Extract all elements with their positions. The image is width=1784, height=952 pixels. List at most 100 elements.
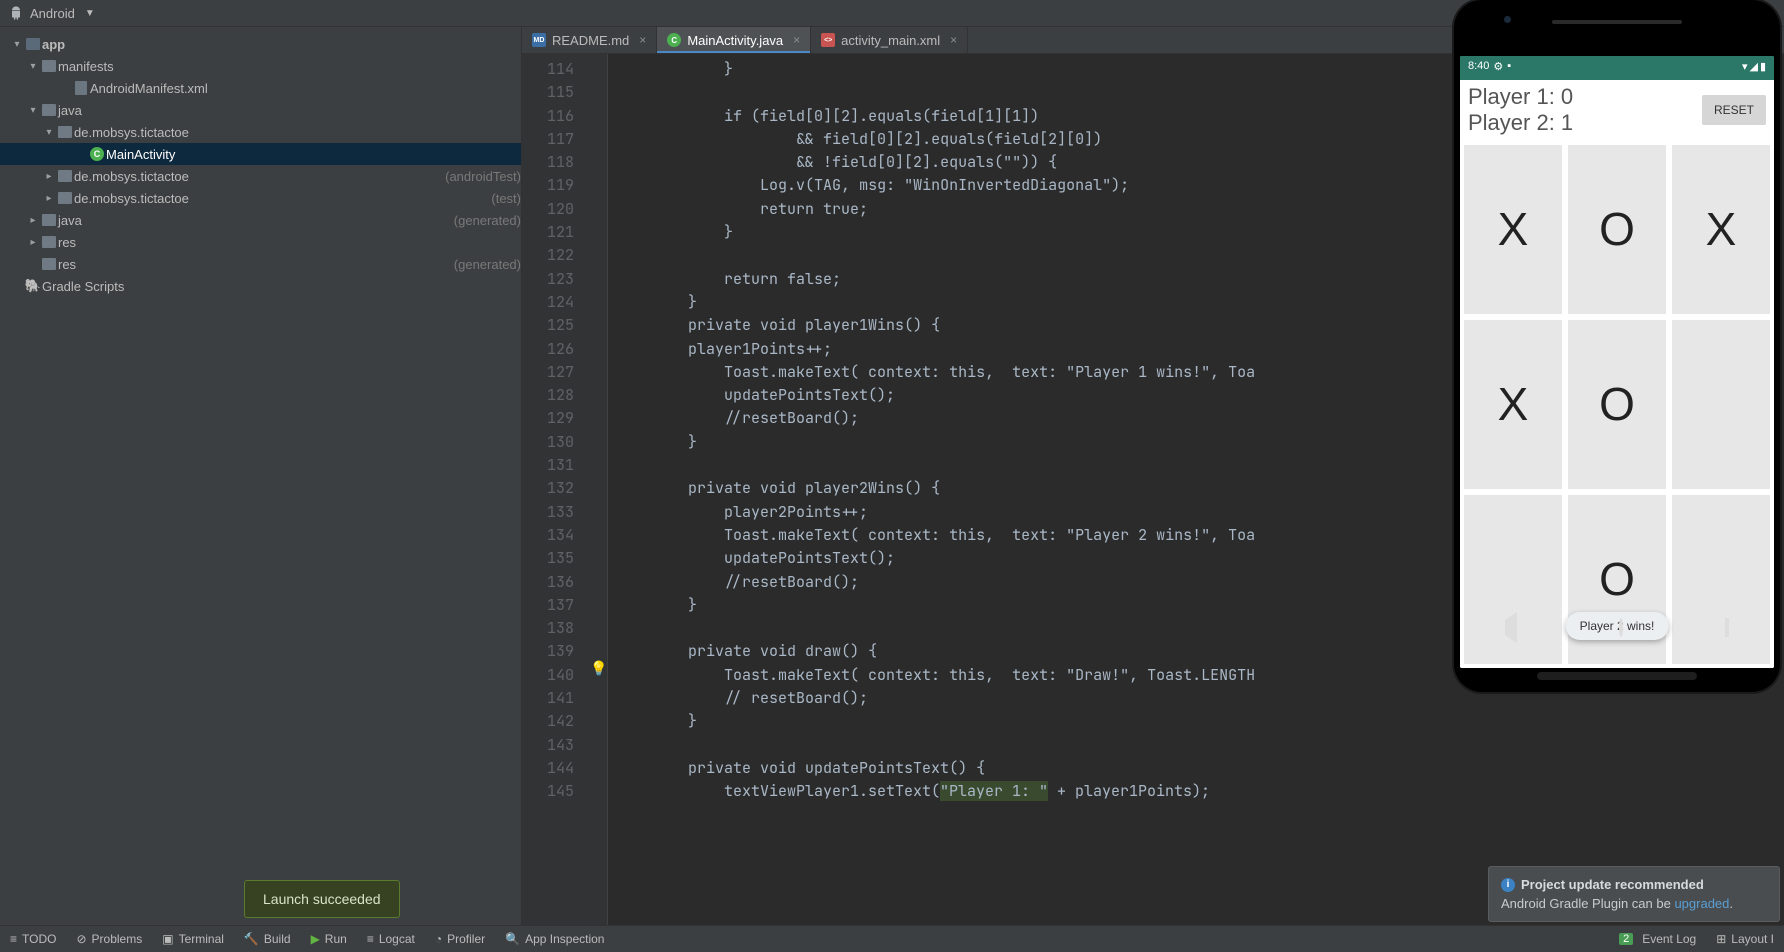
signal-icon: ◢ <box>1749 60 1757 73</box>
tree-label: app <box>42 37 521 52</box>
tree-node-manifest-file[interactable]: AndroidManifest.xml <box>0 77 521 99</box>
warning-icon: ⊘ <box>76 932 86 946</box>
tree-node-main-activity[interactable]: C MainActivity <box>0 143 521 165</box>
battery-icon: ▮ <box>1760 60 1766 73</box>
project-tree[interactable]: ▾ app ▾ manifests AndroidManifest.xml ▾ … <box>0 27 522 925</box>
gutter: 1141151161171181191201211221231241251261… <box>522 54 588 925</box>
tree-node-res[interactable]: ▸ res <box>0 231 521 253</box>
tree-suffix: (generated) <box>454 257 521 272</box>
inspection-icon: 🔍 <box>505 932 520 946</box>
tree-node-package-androidtest[interactable]: ▸ de.mobsys.tictactoe (androidTest) <box>0 165 521 187</box>
nav-back-icon[interactable] <box>1505 620 1517 635</box>
nav-recent-icon[interactable] <box>1725 620 1729 635</box>
tree-suffix: (test) <box>491 191 521 206</box>
tab-label: MainActivity.java <box>687 33 783 48</box>
tree-node-gradle[interactable]: 🐘 Gradle Scripts <box>0 275 521 297</box>
info-icon: i <box>1501 878 1515 892</box>
android-icon <box>8 5 24 21</box>
event-log-tool[interactable]: 2Event Log <box>1609 932 1706 946</box>
tree-label: MainActivity <box>106 147 521 162</box>
grid-cell[interactable]: X <box>1672 145 1770 314</box>
editor-tab[interactable]: MD README.md × <box>522 27 657 53</box>
profiler-tool[interactable]: ◔Profiler <box>425 926 495 952</box>
tree-label: de.mobsys.tictactoe <box>74 169 441 184</box>
editor-tab[interactable]: C MainActivity.java × <box>657 27 811 53</box>
grid-cell[interactable]: O <box>1568 320 1666 489</box>
tree-label: de.mobsys.tictactoe <box>74 125 521 140</box>
tree-node-res-gen[interactable]: res (generated) <box>0 253 521 275</box>
editor-tab[interactable]: <> activity_main.xml × <box>811 27 968 53</box>
tree-label: java <box>58 213 450 228</box>
emulator-home-indicator <box>1537 672 1697 680</box>
player2-score: Player 2: 1 <box>1468 110 1573 136</box>
run-tool[interactable]: ▶Run <box>301 926 357 952</box>
tree-label: res <box>58 257 450 272</box>
tictactoe-grid: XOXXOOPlayer 2 wins! <box>1460 141 1774 668</box>
profiler-icon: ◔ <box>435 932 442 946</box>
app-inspection-tool[interactable]: 🔍App Inspection <box>495 926 614 952</box>
grid-cell[interactable]: O <box>1568 145 1666 314</box>
tree-label: manifests <box>58 59 521 74</box>
tree-label: AndroidManifest.xml <box>90 81 521 96</box>
reset-button[interactable]: RESET <box>1702 95 1766 125</box>
upgrade-link[interactable]: upgraded <box>1674 896 1729 911</box>
list-icon: ≡ <box>10 932 17 946</box>
android-emulator: 8:40 ⚙ ▪ ▾ ◢ ▮ Player 1: 0 Player 2: 1 R… <box>1454 0 1780 692</box>
tree-node-app[interactable]: ▾ app <box>0 33 521 55</box>
tab-label: README.md <box>552 33 629 48</box>
notification-title: Project update recommended <box>1521 877 1704 892</box>
fold-column: 💡 <box>588 54 608 925</box>
hammer-icon: 🔨 <box>244 932 259 946</box>
project-view-dropdown[interactable]: Android <box>30 6 75 21</box>
notification-body: Android Gradle Plugin can be upgraded. <box>1501 896 1767 911</box>
chevron-down-icon: ▼ <box>85 8 95 19</box>
gear-small-icon: ⚙ <box>1493 60 1503 73</box>
grid-cell[interactable]: X <box>1464 145 1562 314</box>
tree-label: Gradle Scripts <box>42 279 521 294</box>
logcat-icon: ≡ <box>367 932 374 946</box>
close-icon[interactable]: × <box>793 33 800 47</box>
build-tool[interactable]: 🔨Build <box>234 926 301 952</box>
grid-cell[interactable]: X <box>1464 320 1562 489</box>
java-class-icon: C <box>667 33 681 47</box>
emulator-status-bar: 8:40 ⚙ ▪ ▾ ◢ ▮ <box>1460 56 1774 76</box>
emulator-camera <box>1504 16 1511 23</box>
terminal-tool[interactable]: ▣Terminal <box>152 926 234 952</box>
launch-succeeded-balloon: Launch succeeded <box>244 880 400 918</box>
tab-label: activity_main.xml <box>841 33 940 48</box>
player1-score: Player 1: 0 <box>1468 84 1573 110</box>
todo-tool[interactable]: ≡TODO <box>0 926 66 952</box>
intention-bulb-icon[interactable]: 💡 <box>590 658 607 681</box>
tree-label: java <box>58 103 521 118</box>
terminal-icon: ▣ <box>162 932 173 946</box>
xml-icon: <> <box>821 33 835 47</box>
notification-panel[interactable]: i Project update recommended Android Gra… <box>1488 866 1780 922</box>
play-icon: ▶ <box>311 932 320 946</box>
emulator-speaker <box>1552 20 1682 24</box>
emulator-score-area: Player 1: 0 Player 2: 1 RESET <box>1460 80 1774 141</box>
tree-node-java[interactable]: ▾ java <box>0 99 521 121</box>
battery-small-icon: ▪ <box>1507 60 1511 72</box>
tree-node-package-test[interactable]: ▸ de.mobsys.tictactoe (test) <box>0 187 521 209</box>
emulator-time: 8:40 <box>1468 60 1489 72</box>
close-icon[interactable]: × <box>639 33 646 47</box>
wifi-icon: ▾ <box>1742 60 1748 73</box>
tree-node-package[interactable]: ▾ de.mobsys.tictactoe <box>0 121 521 143</box>
tree-label: res <box>58 235 521 250</box>
close-icon[interactable]: × <box>950 33 957 47</box>
nav-home-icon[interactable] <box>1619 620 1623 635</box>
tree-node-java-gen[interactable]: ▸ java (generated) <box>0 209 521 231</box>
logcat-tool[interactable]: ≡Logcat <box>357 926 425 952</box>
tree-suffix: (generated) <box>454 213 521 228</box>
tree-label: de.mobsys.tictactoe <box>74 191 487 206</box>
tree-suffix: (androidTest) <box>445 169 521 184</box>
tree-node-manifests[interactable]: ▾ manifests <box>0 55 521 77</box>
grid-cell[interactable] <box>1672 320 1770 489</box>
layout-inspector-tool[interactable]: ⊞Layout I <box>1706 932 1784 946</box>
emulator-nav-bar <box>1454 608 1780 646</box>
event-count-badge: 2 <box>1619 933 1633 945</box>
markdown-icon: MD <box>532 33 546 47</box>
status-bar: ≡TODO ⊘Problems ▣Terminal 🔨Build ▶Run ≡L… <box>0 925 1784 952</box>
problems-tool[interactable]: ⊘Problems <box>66 926 152 952</box>
layout-icon: ⊞ <box>1716 932 1726 946</box>
